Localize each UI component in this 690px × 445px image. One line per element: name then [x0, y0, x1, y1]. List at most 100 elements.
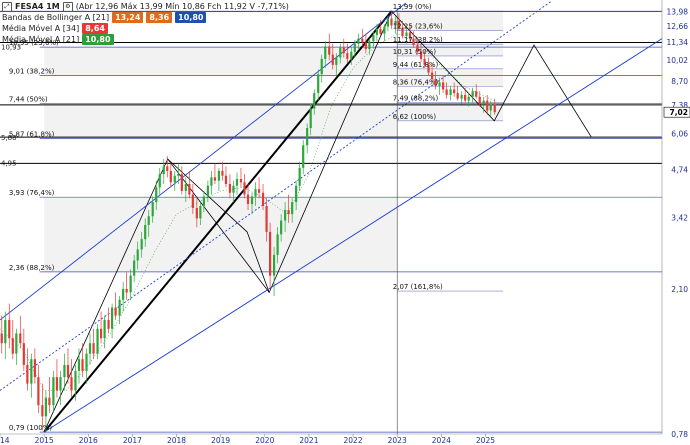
- candle-body: [213, 177, 217, 181]
- candle-body: [26, 364, 29, 384]
- candle-body: [177, 174, 180, 176]
- candle-body: [88, 343, 92, 354]
- candle-body: [379, 28, 382, 34]
- legend-indicator-2[interactable]: Média Móvel A [21] 10,80: [2, 34, 289, 45]
- legend-indicator-1[interactable]: Média Móvel A [34] 8,64: [2, 23, 289, 34]
- candle-body: [30, 359, 33, 384]
- candle-body: [232, 185, 235, 193]
- candle-body: [364, 42, 367, 50]
- candle-body: [445, 89, 448, 95]
- y-tick-label: 4,74: [671, 166, 688, 175]
- indicator-label: Média Móvel A [21]: [2, 35, 80, 44]
- indicator-label: Bandas de Bollinger A [21]: [2, 13, 110, 22]
- candle-body: [335, 57, 338, 65]
- candle-body: [107, 319, 110, 329]
- candle-body: [151, 202, 154, 217]
- x-tick-label: 2015: [35, 436, 54, 445]
- candle-body: [11, 338, 14, 354]
- settings-icon[interactable]: ⚙: [62, 1, 73, 12]
- candle-body: [210, 177, 213, 186]
- fib-label: 6,62 (100%): [393, 113, 437, 121]
- candle-body: [224, 175, 228, 184]
- candle-body: [486, 100, 489, 111]
- indicator-value: 10,80: [82, 34, 114, 45]
- candle-body: [188, 183, 191, 195]
- fib-label: 9,44 (61,8%): [393, 61, 439, 69]
- candle-body: [317, 74, 320, 94]
- fib-label: 12,25 (23,6%): [393, 23, 443, 31]
- y-tick-label: 13,98: [667, 7, 689, 16]
- candle-body: [287, 210, 290, 215]
- candle-body: [471, 91, 474, 97]
- candle-body: [456, 93, 459, 99]
- candle-body: [372, 34, 375, 42]
- candle-body: [357, 38, 360, 44]
- candle-body: [306, 128, 309, 146]
- candle-body: [464, 94, 467, 101]
- candle-body: [475, 91, 478, 97]
- fib-label: 3,93 (76,4%): [9, 189, 55, 197]
- candle-body: [268, 231, 272, 276]
- candle-body: [460, 94, 463, 99]
- candle-body: [180, 174, 183, 191]
- candle-body: [114, 307, 117, 316]
- candle-body: [77, 359, 81, 371]
- candle-body: [147, 216, 150, 225]
- candle-body: [140, 239, 143, 250]
- candle-body: [438, 82, 441, 86]
- x-tick-label: 2023: [388, 436, 407, 445]
- y-tick-label: 8,70: [671, 77, 688, 86]
- candle-body: [346, 53, 349, 59]
- indicator-value: 13,24: [112, 12, 144, 23]
- x-tick-label: 2022: [344, 436, 363, 445]
- price-chart[interactable]: 10,95 (23,6%)9,01 (38,2%)7,44 (50%)5,87 …: [0, 0, 690, 445]
- x-tick-label: 2025: [476, 436, 495, 445]
- candle-body: [118, 299, 121, 316]
- candle-body: [235, 178, 239, 186]
- candle-body: [41, 405, 44, 417]
- legend-header-row: ⤢ FESA4 1M ⚙ (Abr 12,96 Máx 13,99 Mín 10…: [2, 1, 289, 12]
- candle-body: [63, 364, 66, 378]
- candle-body: [199, 205, 202, 219]
- candle-body: [48, 397, 51, 406]
- candle-body: [162, 166, 165, 175]
- candle-body: [99, 328, 103, 339]
- candle-body: [280, 220, 283, 235]
- candle-body: [298, 167, 301, 186]
- fib-label: 7,49 (88,2%): [393, 95, 439, 103]
- candle-body: [482, 100, 485, 105]
- fib-label: 7,44 (50%): [9, 96, 48, 104]
- candle-body: [70, 377, 73, 391]
- fib-label: 8,36 (76,4%): [393, 79, 439, 87]
- left-price-label: 5,88: [1, 134, 17, 142]
- candle-body: [52, 377, 55, 406]
- symbol-label[interactable]: FESA4 1M: [15, 1, 60, 12]
- candle-body: [478, 96, 481, 105]
- candle-body: [493, 104, 496, 113]
- candle-body: [136, 249, 139, 261]
- legend-indicator-0[interactable]: Bandas de Bollinger A [21] 13,24 8,36 10…: [2, 12, 289, 23]
- candle-body: [184, 183, 187, 191]
- candle-body: [228, 183, 232, 193]
- chart-legend: ⤢ FESA4 1M ⚙ (Abr 12,96 Máx 13,99 Mín 10…: [2, 1, 289, 45]
- candle-body: [166, 166, 169, 171]
- candle-body: [125, 288, 128, 293]
- candle-body: [272, 254, 276, 276]
- indicator-label: Média Móvel A [34]: [2, 24, 80, 33]
- y-axis: 13,9812,6611,3410,028,707,386,064,743,42…: [661, 0, 690, 439]
- candle-body: [239, 178, 243, 183]
- x-tick-label: 2021: [299, 436, 318, 445]
- fib-label: 2,07 (161,8%): [393, 283, 443, 291]
- candle-body: [441, 82, 445, 90]
- candle-body: [22, 343, 25, 365]
- candle-body: [44, 397, 48, 417]
- y-tick-label: 3,42: [671, 214, 688, 223]
- fib-label: 0,79 (100%): [9, 424, 53, 432]
- x-tick-label: 2018: [167, 436, 186, 445]
- candle-body: [169, 170, 172, 183]
- candle-body: [15, 333, 18, 354]
- expand-icon[interactable]: ⤢: [2, 1, 12, 12]
- fib-label: 2,36 (88,2%): [9, 264, 55, 272]
- candle-body: [37, 377, 40, 406]
- candle-body: [103, 319, 106, 339]
